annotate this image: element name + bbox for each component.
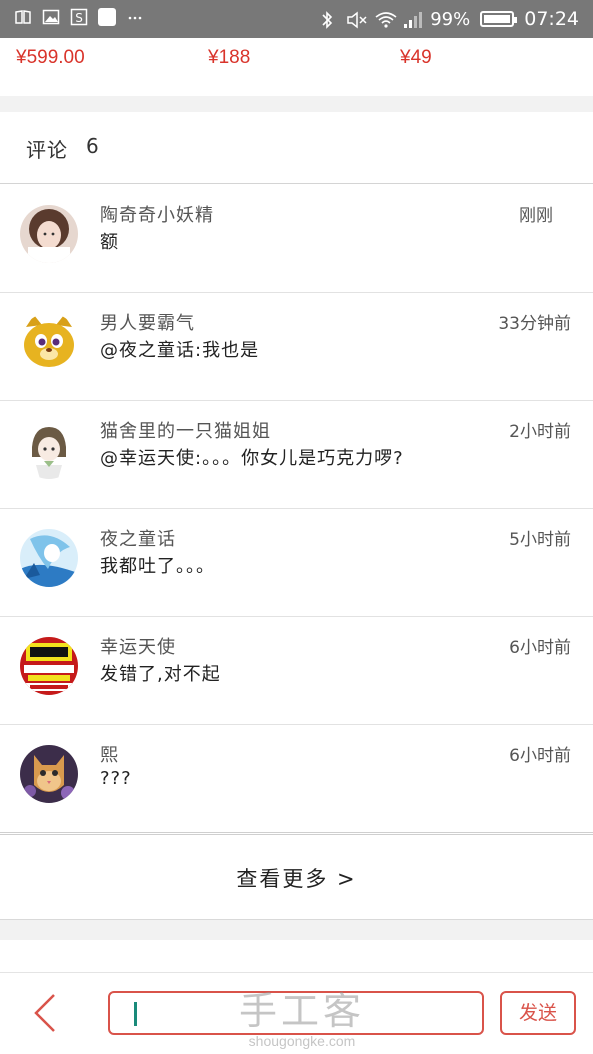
comment-time: 33分钟前 bbox=[498, 314, 571, 334]
view-more-label: 查看更多 > bbox=[236, 867, 357, 891]
avatar[interactable] bbox=[20, 205, 78, 263]
battery-icon bbox=[480, 11, 518, 27]
back-button[interactable] bbox=[26, 991, 66, 1035]
comment-input[interactable] bbox=[108, 991, 484, 1035]
comment-author[interactable]: 陶奇奇小妖精 bbox=[100, 201, 214, 227]
comment-item[interactable]: 陶奇奇小妖精 额 刚刚 bbox=[0, 185, 593, 293]
comment-text: 我都吐了。。。 bbox=[100, 556, 215, 577]
comment-time: 2小时前 bbox=[509, 422, 571, 442]
comment-text: 发错了,对不起 bbox=[100, 664, 221, 685]
signal-icon bbox=[402, 10, 423, 28]
avatar[interactable] bbox=[20, 421, 78, 479]
avatar[interactable] bbox=[20, 745, 78, 803]
comment-time: 5小时前 bbox=[509, 530, 571, 550]
status-left-icons: S bbox=[14, 8, 144, 26]
comments-header: 评论 6 bbox=[0, 112, 593, 184]
comment-author[interactable]: 猫舍里的一只猫姐姐 bbox=[100, 417, 271, 443]
bluetooth-icon bbox=[318, 10, 336, 29]
battery-level bbox=[484, 15, 510, 23]
battery-percent: 99% bbox=[430, 8, 471, 30]
comment-author[interactable]: 男人要霸气 bbox=[100, 309, 195, 335]
comment-text: ??? bbox=[100, 768, 132, 789]
comments-count: 6 bbox=[86, 134, 99, 158]
comment-author[interactable]: 熙 bbox=[100, 741, 119, 767]
comment-item[interactable]: 熙 ??? 6小时前 bbox=[0, 725, 593, 833]
reader-icon bbox=[14, 8, 32, 26]
s-app-icon: S bbox=[70, 8, 88, 26]
clock: 07:24 bbox=[524, 8, 579, 30]
chevron-left-icon bbox=[34, 994, 55, 1032]
svg-text:S: S bbox=[75, 11, 83, 25]
avatar[interactable] bbox=[20, 637, 78, 695]
comment-time: 刚刚 bbox=[519, 206, 553, 226]
comment-text: @幸运天使:。。。你女儿是巧克力啰? bbox=[100, 448, 404, 469]
section-divider bbox=[0, 920, 593, 940]
comment-author[interactable]: 夜之童话 bbox=[100, 525, 176, 551]
comments-title: 评论 bbox=[26, 138, 68, 162]
comment-time: 6小时前 bbox=[509, 746, 571, 766]
wifi-icon bbox=[374, 10, 397, 28]
product-prices-row: ¥599.00 ¥188 ¥49 bbox=[0, 38, 593, 96]
comment-author[interactable]: 幸运天使 bbox=[100, 633, 176, 659]
price-2: ¥188 bbox=[208, 47, 251, 68]
comment-item[interactable]: 男人要霸气 @夜之童话:我也是 33分钟前 bbox=[0, 293, 593, 401]
comment-text: @夜之童话:我也是 bbox=[100, 340, 260, 361]
view-more-button[interactable]: 查看更多 > bbox=[0, 834, 593, 920]
section-divider bbox=[0, 96, 593, 112]
comment-input-bar: 发送 bbox=[0, 972, 593, 1054]
image-icon bbox=[42, 8, 60, 26]
status-bar: S 99% 07:24 bbox=[0, 0, 593, 38]
comment-item[interactable]: 幸运天使 发错了,对不起 6小时前 bbox=[0, 617, 593, 725]
status-right-icons: 99% 07:24 bbox=[318, 8, 579, 30]
avatar[interactable] bbox=[20, 529, 78, 587]
price-3: ¥49 bbox=[400, 47, 432, 68]
mute-icon bbox=[346, 10, 367, 29]
square-app-icon bbox=[98, 8, 116, 26]
send-button[interactable]: 发送 bbox=[500, 991, 576, 1035]
comment-text: 额 bbox=[100, 232, 119, 253]
next-section-partial bbox=[0, 940, 593, 972]
text-cursor bbox=[134, 1002, 137, 1026]
comment-time: 6小时前 bbox=[509, 638, 571, 658]
more-icon bbox=[126, 8, 144, 26]
comment-item[interactable]: 夜之童话 我都吐了。。。 5小时前 bbox=[0, 509, 593, 617]
avatar[interactable] bbox=[20, 313, 78, 371]
comment-item[interactable]: 猫舍里的一只猫姐姐 @幸运天使:。。。你女儿是巧克力啰? 2小时前 bbox=[0, 401, 593, 509]
price-1: ¥599.00 bbox=[16, 47, 85, 68]
